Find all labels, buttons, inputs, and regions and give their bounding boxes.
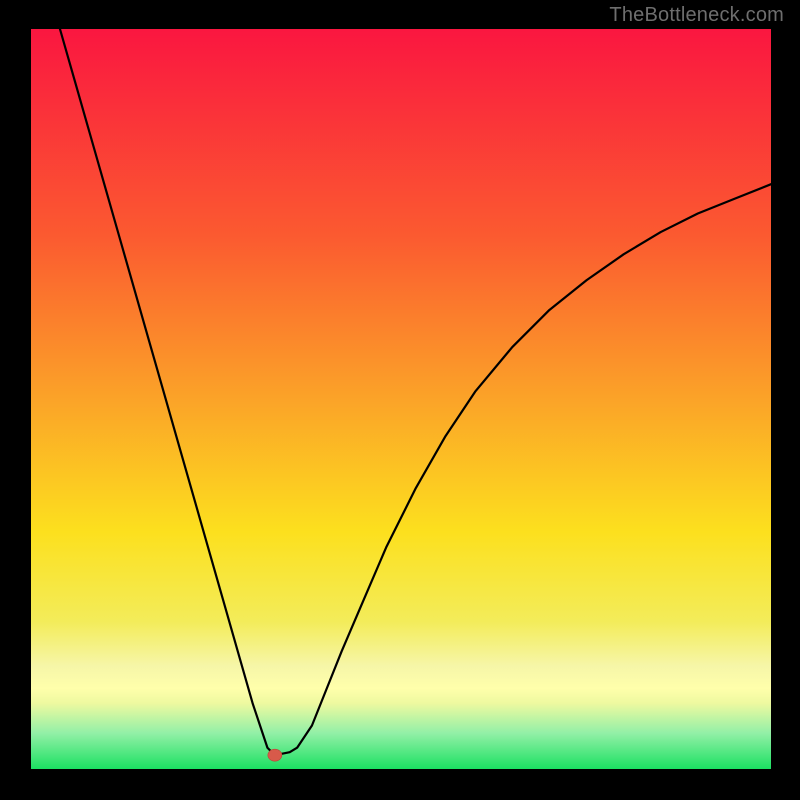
- bottleneck-chart: [0, 0, 800, 800]
- chart-frame: TheBottleneck.com: [0, 0, 800, 800]
- optimal-point-marker: [268, 749, 282, 761]
- watermark-text: TheBottleneck.com: [609, 4, 784, 27]
- gradient-background: [30, 28, 772, 770]
